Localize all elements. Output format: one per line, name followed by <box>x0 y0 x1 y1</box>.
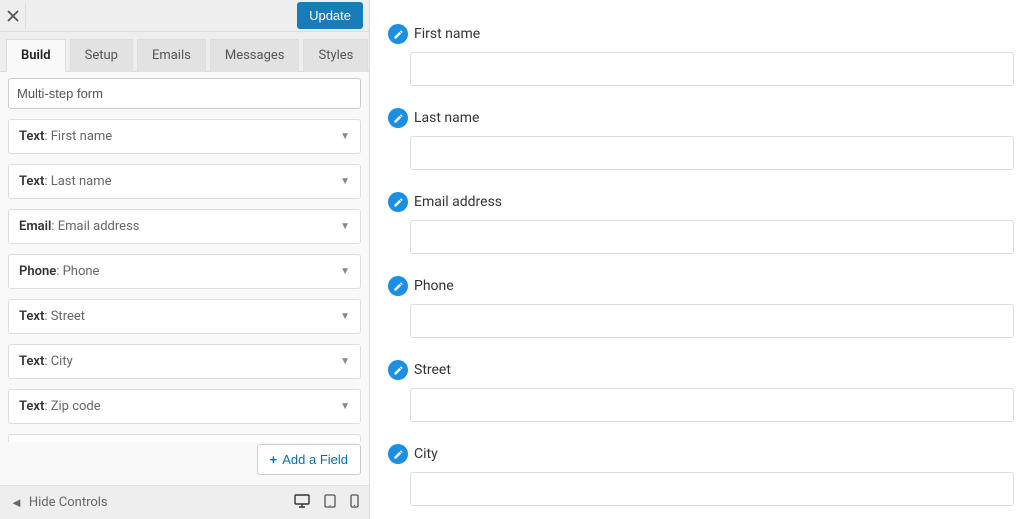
preview-label: Street <box>388 360 1014 380</box>
preview-input[interactable] <box>410 472 1014 506</box>
preview-input[interactable] <box>410 220 1014 254</box>
preview-label: Email address <box>388 192 1014 212</box>
tabs: BuildSetupEmailsMessagesStyles <box>0 32 369 72</box>
preview-label-text: Street <box>414 362 451 378</box>
preview-label-text: Last name <box>414 110 479 126</box>
field-row[interactable]: Text: Zip code ▼ <box>8 389 361 424</box>
caret-down-icon: ▼ <box>340 221 350 232</box>
bottombar: ◄ Hide Controls <box>0 485 369 519</box>
preview-label: First name <box>388 24 1014 44</box>
edit-field-button[interactable] <box>388 276 408 296</box>
caret-left-icon: ◄ <box>10 495 23 511</box>
preview-field: Email address <box>388 192 1014 254</box>
field-row[interactable]: Email: Email address ▼ <box>8 209 361 244</box>
preview-field: Last name <box>388 108 1014 170</box>
field-row-text: Text: Street <box>19 309 85 324</box>
field-row-text: Text: Last name <box>19 174 112 189</box>
tab-setup[interactable]: Setup <box>70 39 133 72</box>
hide-controls-button[interactable]: ◄ Hide Controls <box>10 495 108 511</box>
desktop-icon[interactable] <box>294 494 310 512</box>
field-row[interactable]: Text: City ▼ <box>8 344 361 379</box>
edit-field-button[interactable] <box>388 360 408 380</box>
preview-label-text: First name <box>414 26 480 42</box>
caret-down-icon: ▼ <box>340 356 350 367</box>
add-field-area: + Add a Field <box>0 442 369 485</box>
field-row-text: Phone: Phone <box>19 264 99 279</box>
preview-field: City <box>388 444 1014 506</box>
field-row-text: Email: Email address <box>19 219 140 234</box>
field-row[interactable]: Phone: Phone ▼ <box>8 254 361 289</box>
plus-icon: + <box>270 452 278 467</box>
field-row[interactable]: Dropdown: How did you hear about us?▼ <box>8 434 361 442</box>
tab-build[interactable]: Build <box>6 39 66 72</box>
update-button[interactable]: Update <box>297 2 363 29</box>
field-row-text: Text: Zip code <box>19 399 101 414</box>
preview-label: City <box>388 444 1014 464</box>
mobile-icon[interactable] <box>350 494 359 512</box>
preview-panel: First name Last name Email address Phone Str… <box>370 0 1024 519</box>
device-toggle <box>294 494 359 512</box>
edit-field-button[interactable] <box>388 444 408 464</box>
preview-field: First name <box>388 24 1014 86</box>
form-title-input[interactable] <box>8 78 361 109</box>
left-panel: Update BuildSetupEmailsMessagesStyles Te… <box>0 0 370 519</box>
preview-input[interactable] <box>410 388 1014 422</box>
close-button[interactable] <box>0 3 26 29</box>
edit-field-button[interactable] <box>388 192 408 212</box>
caret-down-icon: ▼ <box>340 311 350 322</box>
fields-area: Text: First name▼Text: Last name▼Email: … <box>0 72 369 442</box>
tab-emails[interactable]: Emails <box>137 39 206 72</box>
edit-field-button[interactable] <box>388 108 408 128</box>
preview-input[interactable] <box>410 52 1014 86</box>
field-row[interactable]: Text: Last name ▼ <box>8 164 361 199</box>
caret-down-icon: ▼ <box>340 131 350 142</box>
field-row-text: Text: First name <box>19 129 112 144</box>
tab-styles[interactable]: Styles <box>303 39 368 72</box>
field-row[interactable]: Text: First name ▼ <box>8 119 361 154</box>
edit-field-button[interactable] <box>388 24 408 44</box>
add-field-label: Add a Field <box>282 452 348 467</box>
preview-label-text: City <box>414 446 438 462</box>
tab-messages[interactable]: Messages <box>210 39 300 72</box>
preview-label-text: Phone <box>414 278 454 294</box>
add-field-button[interactable]: + Add a Field <box>257 444 361 475</box>
preview-label-text: Email address <box>414 194 502 210</box>
field-row[interactable]: Text: Street ▼ <box>8 299 361 334</box>
preview-field: Phone <box>388 276 1014 338</box>
preview-label: Phone <box>388 276 1014 296</box>
preview-label: Last name <box>388 108 1014 128</box>
preview-input[interactable] <box>410 136 1014 170</box>
close-icon <box>7 10 19 22</box>
caret-down-icon: ▼ <box>340 176 350 187</box>
caret-down-icon: ▼ <box>340 266 350 277</box>
preview-input[interactable] <box>410 304 1014 338</box>
hide-controls-label: Hide Controls <box>29 495 108 510</box>
topbar: Update <box>0 0 369 32</box>
field-row-text: Text: City <box>19 354 73 369</box>
preview-field: Street <box>388 360 1014 422</box>
tablet-icon[interactable] <box>324 494 336 512</box>
caret-down-icon: ▼ <box>340 401 350 412</box>
